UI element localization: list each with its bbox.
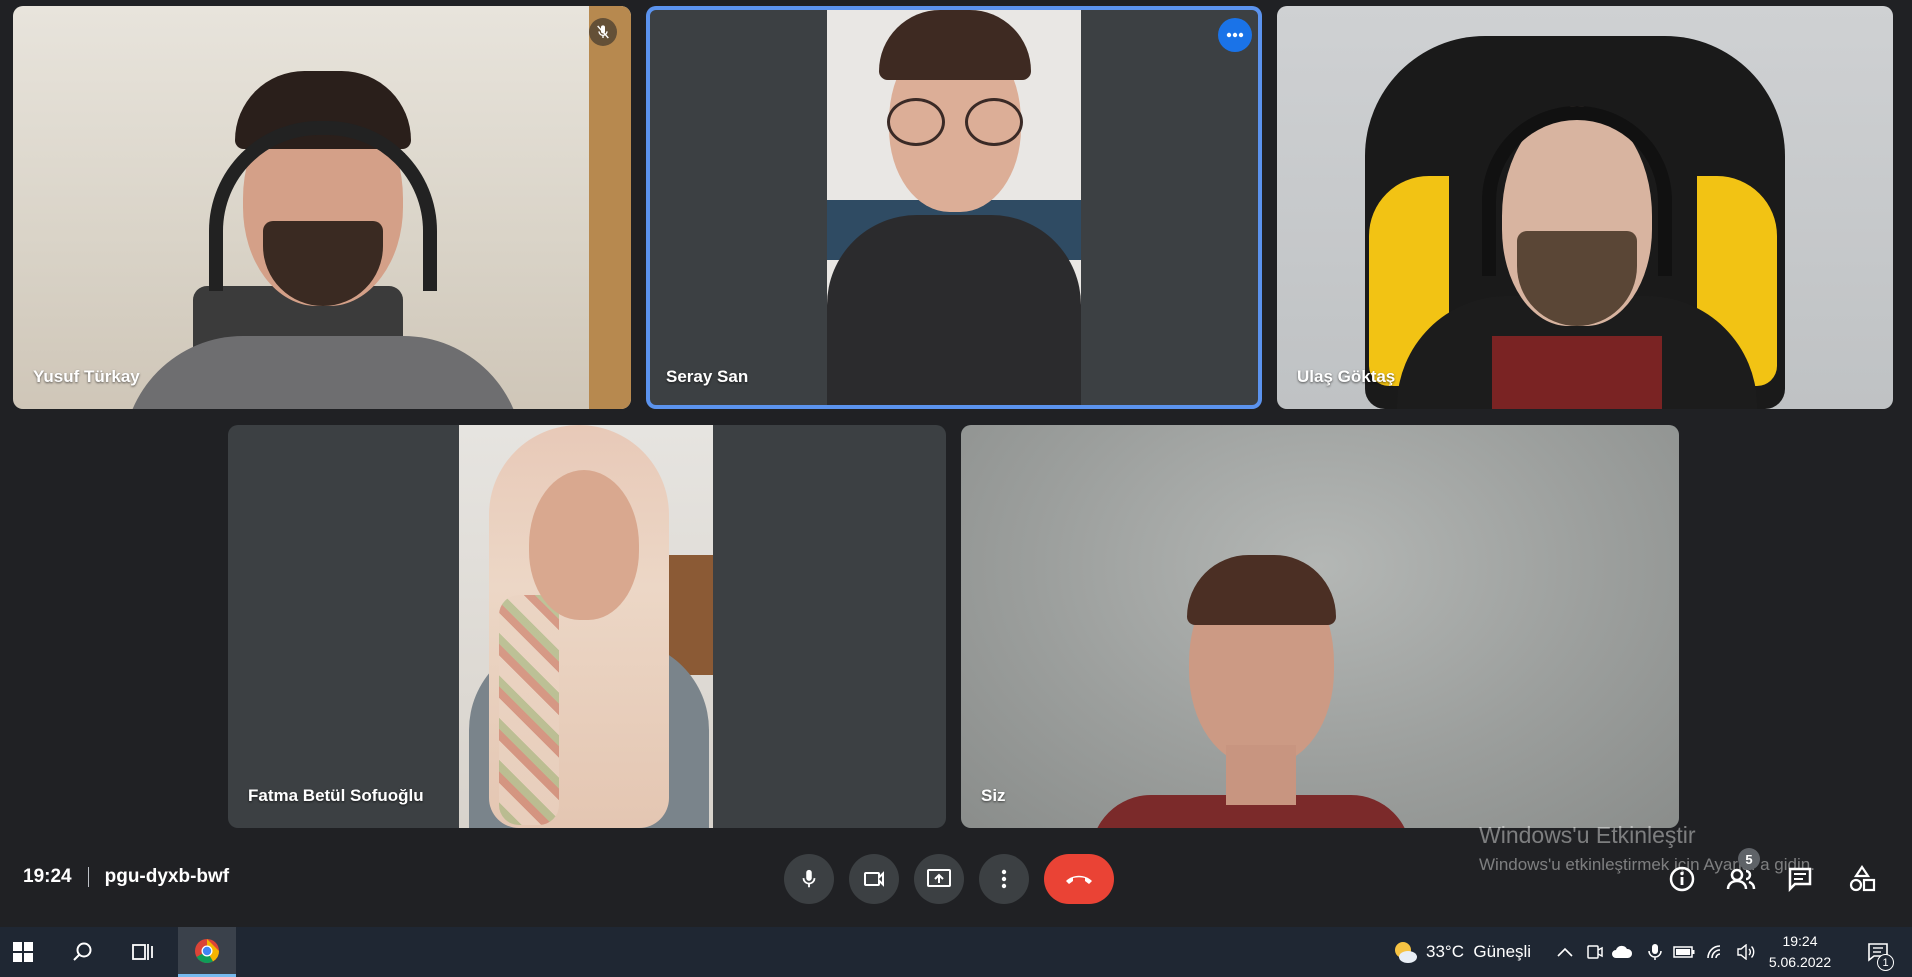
battery-icon xyxy=(1673,946,1695,958)
chrome-icon xyxy=(195,938,219,963)
video-feed xyxy=(827,10,1081,405)
info-icon xyxy=(1669,866,1695,892)
participant-name: Ulaş Göktaş xyxy=(1297,367,1396,386)
show-hidden-icons-button[interactable] xyxy=(1554,927,1576,977)
participant-name: Seray San xyxy=(666,367,749,386)
person-hair xyxy=(1187,555,1336,625)
tray-microphone[interactable] xyxy=(1645,927,1665,977)
notification-count: 1 xyxy=(1877,954,1894,971)
present-screen-button[interactable] xyxy=(914,854,964,904)
tray-onedrive[interactable] xyxy=(1609,927,1635,977)
video-feed xyxy=(13,6,631,409)
people-icon xyxy=(1726,868,1756,890)
tray-meet-now[interactable] xyxy=(1584,927,1606,977)
camera-button[interactable] xyxy=(849,854,899,904)
participant-tile-fatma[interactable]: Fatma Betül Sofuoğlu xyxy=(228,425,946,828)
microphone-button[interactable] xyxy=(784,854,834,904)
more-options-button[interactable] xyxy=(979,854,1029,904)
person-face xyxy=(529,470,639,620)
task-view-button[interactable] xyxy=(120,927,166,977)
chat-button[interactable] xyxy=(1783,862,1817,896)
person-silhouette xyxy=(827,215,1081,405)
participant-name: Yusuf Türkay xyxy=(33,367,140,386)
tray-wifi[interactable] xyxy=(1704,927,1728,977)
sunny-weather-icon xyxy=(1395,942,1417,963)
glasses xyxy=(887,98,1023,146)
search-icon xyxy=(73,942,92,961)
leave-call-button[interactable] xyxy=(1044,854,1114,904)
windows-logo-icon xyxy=(13,942,33,962)
meeting-time: 19:24 xyxy=(23,866,72,887)
video-feed xyxy=(961,425,1679,828)
microphone-icon xyxy=(1648,944,1662,960)
more-vert-icon xyxy=(1001,869,1007,889)
microphone-icon xyxy=(802,869,816,888)
tray-battery[interactable] xyxy=(1672,927,1696,977)
start-button[interactable] xyxy=(0,927,46,977)
present-screen-icon xyxy=(927,869,951,887)
volume-icon xyxy=(1737,944,1755,960)
windows-taskbar: 33°C Güneşli 19:24 5.06.2022 1 xyxy=(0,927,1912,977)
divider xyxy=(87,867,89,887)
notification-center-button[interactable]: 1 xyxy=(1856,927,1900,977)
meeting-details-button[interactable] xyxy=(1665,862,1699,896)
meeting-code[interactable]: pgu-dyxb-bwf xyxy=(105,866,230,888)
clock-date: 5.06.2022 xyxy=(1768,954,1832,970)
search-button[interactable] xyxy=(60,927,106,977)
meet-now-icon xyxy=(1587,945,1603,959)
participant-name: Fatma Betül Sofuoğlu xyxy=(248,786,424,805)
participant-count-badge: 5 xyxy=(1738,848,1760,870)
phone-hangup-icon xyxy=(1066,875,1092,884)
tray-volume[interactable] xyxy=(1734,927,1758,977)
person-silhouette xyxy=(123,336,523,409)
chevron-up-icon xyxy=(1557,947,1573,957)
people-button[interactable]: 5 xyxy=(1724,848,1760,896)
participant-tile-yusuf[interactable]: Yusuf Türkay xyxy=(13,6,631,409)
weather-widget[interactable]: 33°C Güneşli xyxy=(1392,927,1542,977)
door-frame xyxy=(589,6,631,409)
video-feed xyxy=(459,425,713,828)
participant-tile-seray[interactable]: Seray San xyxy=(646,6,1262,409)
chat-icon xyxy=(1788,867,1812,892)
weather-text: 33°C Güneşli xyxy=(1426,942,1532,961)
scarf-pattern xyxy=(499,595,559,825)
more-options-icon[interactable] xyxy=(1218,18,1252,52)
activities-button[interactable] xyxy=(1845,862,1879,896)
participant-name: Siz xyxy=(981,786,1006,805)
meeting-info: 19:24 pgu-dyxb-bwf xyxy=(23,866,229,888)
cloud-icon xyxy=(1612,945,1633,958)
taskbar-chrome[interactable] xyxy=(178,927,236,977)
taskbar-clock[interactable]: 19:24 5.06.2022 xyxy=(1765,931,1835,973)
person-hair xyxy=(879,10,1031,80)
mic-off-icon xyxy=(589,18,617,46)
clock-time: 19:24 xyxy=(1782,933,1818,949)
activities-shapes-icon xyxy=(1849,865,1876,892)
video-feed xyxy=(1277,6,1893,409)
task-view-icon xyxy=(132,944,153,960)
participant-tile-ulas[interactable]: Ulaş Göktaş xyxy=(1277,6,1893,409)
person-shirt xyxy=(1492,336,1662,409)
person-neck xyxy=(1226,745,1296,805)
video-camera-icon xyxy=(864,871,884,887)
meeting-controls-bar: 19:24 pgu-dyxb-bwf 5 xyxy=(0,842,1912,912)
wifi-icon xyxy=(1707,945,1721,959)
participant-tile-self[interactable]: Siz xyxy=(961,425,1679,828)
